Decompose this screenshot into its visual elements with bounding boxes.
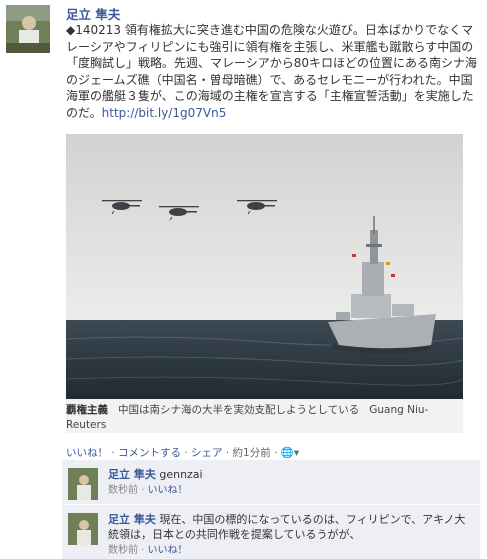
photo-caption: 覇権主義 中国は南シナ海の大半を実効支配しようとしている Guang Niu-R… bbox=[66, 399, 463, 433]
post-link[interactable]: http://bit.ly/1g07Vn5 bbox=[102, 106, 227, 120]
comment-like-link[interactable]: いいね！ bbox=[148, 545, 188, 556]
post-photo[interactable] bbox=[66, 134, 463, 399]
comment-avatar[interactable] bbox=[68, 468, 98, 500]
share-link[interactable]: シェア bbox=[191, 447, 223, 459]
comment-item: 足立 隼夫 gennzai 数秒前 · いいね！ bbox=[62, 460, 480, 504]
post-text: ◆140213 領有権拡大に突き進む中国の危険な火遊び。日本ばかりでなくマレーシ… bbox=[66, 22, 482, 121]
comment-body: 足立 隼夫 現在、中国の標的になっているのは、フィリピンで、アキノ大統領は，日本… bbox=[108, 512, 474, 558]
comment-like-link[interactable]: いいね！ bbox=[148, 485, 188, 496]
like-link[interactable]: いいね！ bbox=[66, 447, 108, 459]
caption-text: 中国は南シナ海の大半を実効支配しようとしている bbox=[118, 404, 360, 416]
comment-author[interactable]: 足立 隼夫 bbox=[108, 468, 156, 481]
comment-meta: 数秒前 · いいね！ bbox=[108, 485, 188, 496]
comment-time: 数秒前 bbox=[108, 545, 138, 556]
author-avatar[interactable] bbox=[6, 5, 50, 53]
comment-text: 現在、中国の標的になっているのは、フィリピンで、アキノ大統領は，日本との共同作戦… bbox=[108, 513, 466, 541]
comments-section: 足立 隼夫 gennzai 数秒前 · いいね！ 足立 隼夫 現在、中国の標的に… bbox=[62, 460, 480, 559]
post-timestamp: 約1分前 bbox=[232, 447, 271, 459]
post-author-name[interactable]: 足立 隼夫 bbox=[66, 4, 120, 23]
post-actions: いいね！ · コメントする · シェア · 約1分前 · 🌐▾ bbox=[66, 447, 300, 459]
comment-author[interactable]: 足立 隼夫 bbox=[108, 513, 156, 526]
comment-time: 数秒前 bbox=[108, 485, 138, 496]
caption-title: 覇権主義 bbox=[66, 404, 108, 416]
privacy-globe-icon[interactable]: 🌐▾ bbox=[281, 447, 299, 459]
comment-avatar[interactable] bbox=[68, 513, 98, 545]
comment-meta: 数秒前 · いいね！ bbox=[108, 545, 188, 556]
comment-item: 足立 隼夫 現在、中国の標的になっているのは、フィリピンで、アキノ大統領は，日本… bbox=[62, 505, 480, 559]
comment-text: gennzai bbox=[159, 468, 203, 481]
comment-link[interactable]: コメントする bbox=[118, 447, 181, 459]
comment-body: 足立 隼夫 gennzai 数秒前 · いいね！ bbox=[108, 467, 474, 498]
